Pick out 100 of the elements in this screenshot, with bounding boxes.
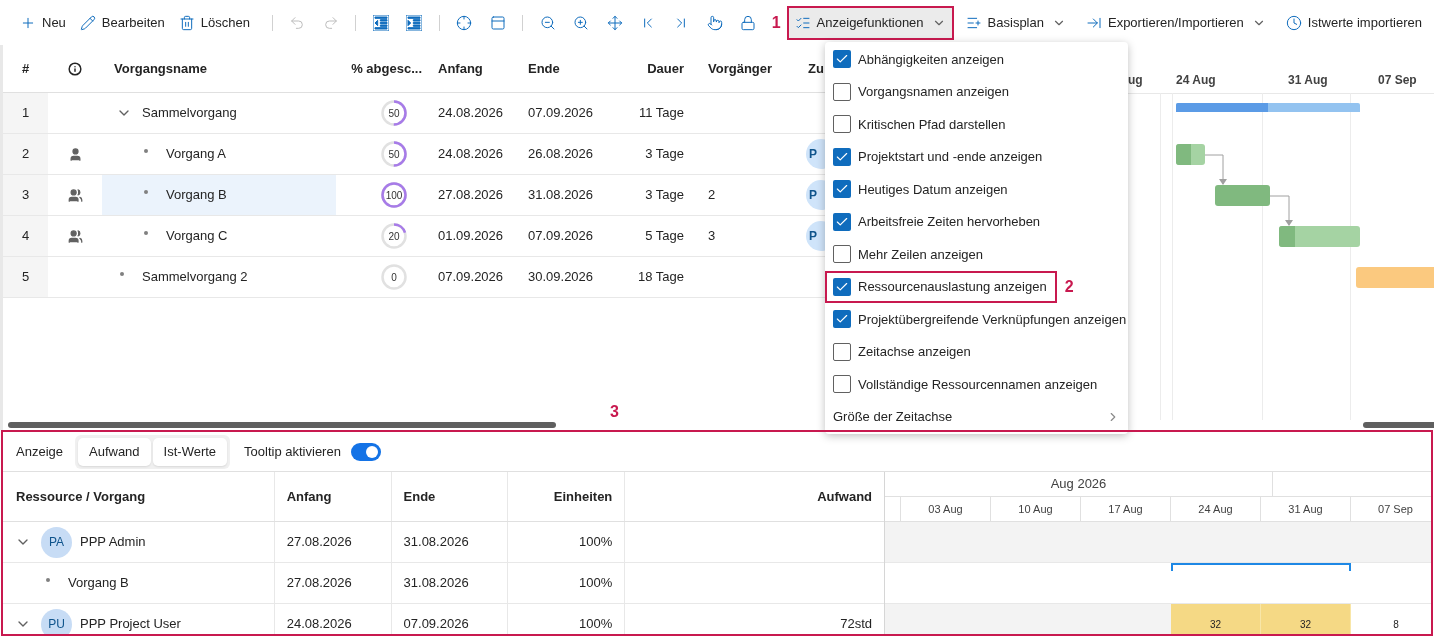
checkbox[interactable] [833,310,851,329]
checkbox[interactable] [833,342,851,361]
column-header: Anfang [274,472,392,521]
menu-item[interactable]: Projektübergreifende Verknüpfungen anzeigen [825,303,1137,336]
menu-item[interactable]: Größe der Zeitachse [825,400,1128,433]
week-header: 24 Aug [1171,497,1261,521]
menu-item[interactable]: Kritischen Pfad darstellen [825,108,1016,141]
table-cell-text: 26.08.2026 [527,145,595,164]
timeline-cell-text: 8 [1392,617,1400,632]
task-name-cell[interactable]: Sammelvorgang 2 [102,257,336,297]
zoom-out-icon [540,14,556,31]
table-cell-text: 5 Tage [644,227,685,246]
menu-item[interactable]: Arbeitsfreie Zeiten hervorheben [825,205,1051,238]
week-header: 31 Aug [1261,497,1351,521]
table-cell-text: 07.09.2026 [437,268,505,287]
menu-item[interactable]: Projektstart und -ende anzeigen [825,140,1053,173]
checkbox[interactable] [833,115,851,134]
week-header: 10 Aug [991,497,1081,521]
timeline-label: ug [1128,72,1143,89]
undo-icon [289,14,306,31]
table-cell: 100% [508,604,626,634]
pencil-icon [79,14,96,31]
row-number: 3 [3,175,48,215]
timeline-label: 24 Aug [1176,72,1216,89]
menu-button[interactable]: Basisplan [957,5,1074,40]
scrollbar[interactable] [1363,422,1434,428]
toolbar-button[interactable]: Bearbeiten [79,7,165,38]
checkbox[interactable] [833,180,851,199]
menu-item[interactable]: Mehr Zeilen anzeigen [825,238,994,271]
avatar: P [806,221,825,251]
checkbox[interactable] [833,82,851,101]
avatar: P [806,139,825,169]
table-cell-text: 3 Tage [644,186,685,205]
clock-icon [1285,14,1302,31]
table-cell-text: 3 Tage [644,145,685,164]
column-header: Einheiten [508,472,626,521]
checkbox[interactable] [833,375,851,394]
table-cell: 31.08.2026 [391,563,509,603]
callout-number: 3 [610,402,619,422]
task-name-cell[interactable]: Sammelvorgang [102,93,336,133]
toolbar-button[interactable]: Neu [20,7,66,38]
checkbox[interactable] [833,277,851,296]
table-cell-text: 31.08.2026 [527,186,595,205]
menu-button[interactable]: Exportieren/Importieren [1077,5,1274,40]
callout-number: 2 [1064,276,1074,297]
column-header: Vorgänger [707,59,774,78]
menu-item[interactable]: Ressourcenauslastung anzeigen [825,270,1057,303]
table-cell: 100% [508,563,626,603]
column-header: Vorgangsname [113,59,208,78]
task-name-cell[interactable]: Vorgang B [102,175,336,215]
checkbox[interactable] [833,245,851,264]
indent-icon [406,14,423,31]
menu-item[interactable]: Heutiges Datum anzeigen [825,173,1018,206]
toggle-switch[interactable] [350,442,381,461]
row-number: 5 [3,257,48,297]
scrollbar[interactable] [8,422,556,428]
avatar: P [806,180,825,210]
callout-number: 1 [771,12,781,33]
table-cell-text: 18 Tage [636,268,685,287]
column-header: Ressource / Vorgang [3,472,275,521]
table-cell: 100% [508,522,626,562]
view-button[interactable]: Ist-Werte [152,437,228,466]
bullet-icon [144,190,148,194]
timeline-label: 07 Sep [1378,72,1417,89]
checkbox[interactable] [833,50,851,69]
menu-item[interactable]: Zeitachse anzeigen [825,335,981,368]
view-button[interactable]: Aufwand [78,437,151,466]
bullet-icon [144,231,148,235]
checkbox[interactable] [833,147,851,166]
progress-ring: 0 [380,263,408,291]
dependency-arrow [1204,154,1227,185]
table-cell-text: 72std [840,615,872,634]
move-icon [606,14,623,31]
task-name-cell[interactable]: Vorgang A [102,134,336,174]
table-cell: 31.08.2026 [391,522,509,562]
table-cell-text: 01.09.2026 [437,227,505,246]
toolbar-button[interactable]: Löschen [178,7,250,38]
resource-name: PPP Admin [80,533,146,552]
timeline-cell: 32 [1171,604,1261,634]
avatar: PA [41,526,72,558]
menu-button[interactable]: Istwerte importieren [1277,5,1430,40]
table-cell-text: 24.08.2026 [437,145,505,164]
menu-item[interactable]: Vorgangsnamen anzeigen [825,75,1020,108]
table-cell: 3 [708,228,716,244]
week-header: 17 Aug [1081,497,1171,521]
menu-item[interactable]: Abhängigkeiten anzeigen [825,43,1014,76]
zoom-in-icon [573,14,590,31]
lock-icon [739,14,756,31]
progress-ring: 50 [380,99,408,127]
task-name-cell[interactable]: Vorgang C [102,216,336,256]
column-header: Ende [391,472,509,521]
column-header: Ende [527,59,561,78]
menu-item[interactable]: Vollständige Ressourcennamen anzeigen [825,368,1108,401]
redo-icon [322,14,339,31]
checkbox[interactable] [833,212,851,231]
table-cell-text: 27.08.2026 [437,186,505,205]
progress-ring: 20 [380,222,408,250]
table-cell-text: 30.09.2026 [527,268,595,287]
info-icon [68,61,82,76]
menu-button[interactable]: Anzeigefunktionen [786,5,954,40]
